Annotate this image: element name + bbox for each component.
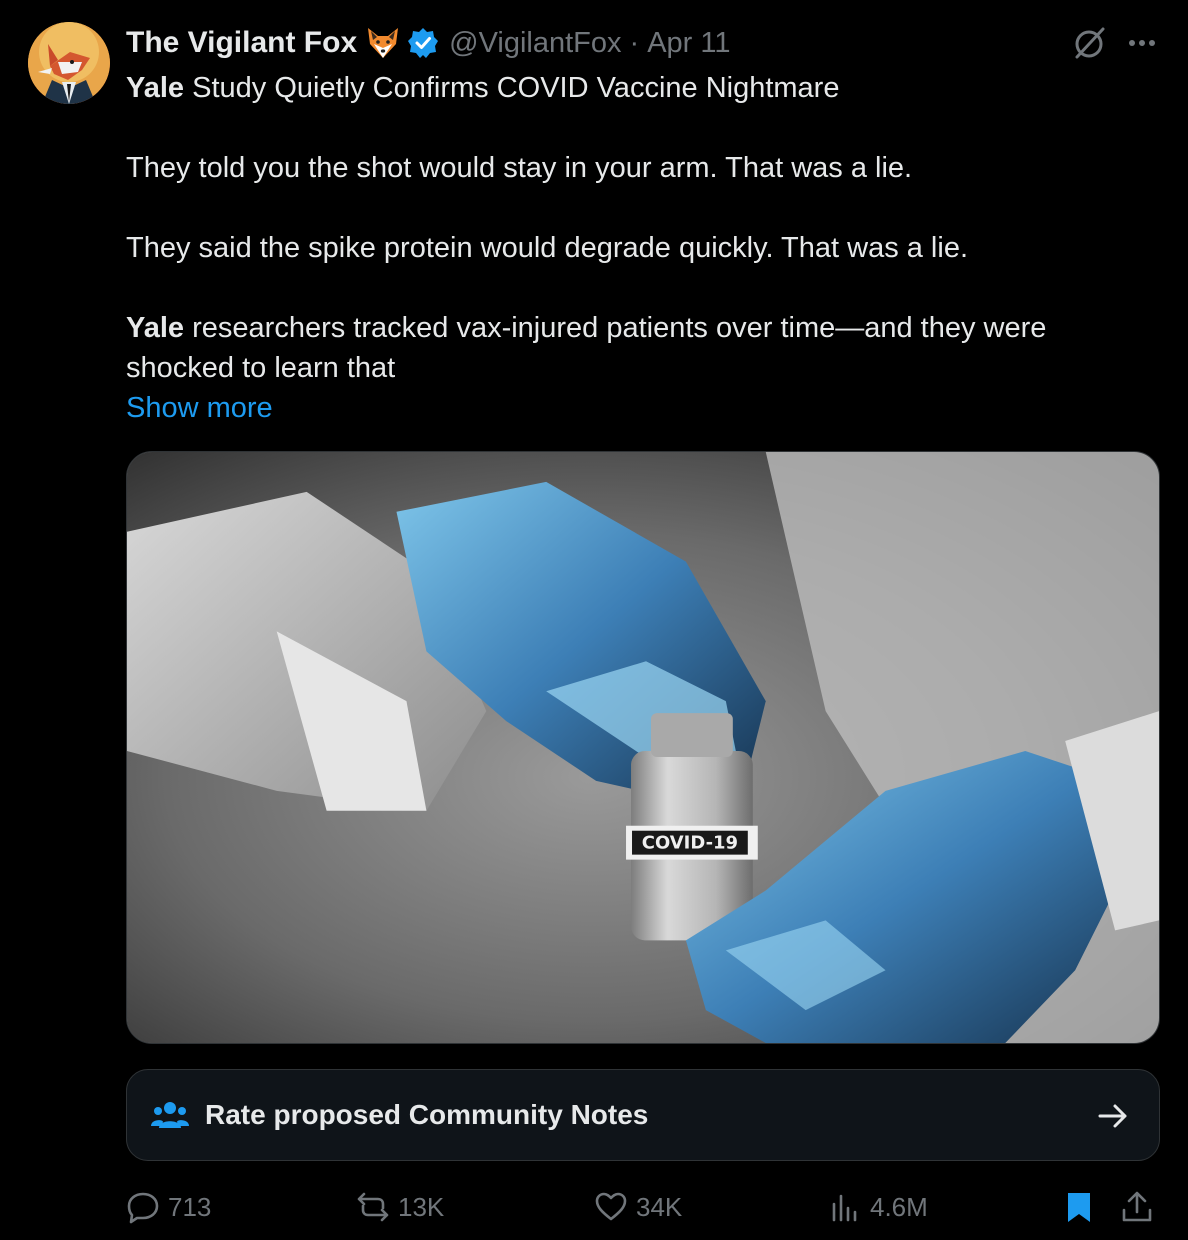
verified-badge-icon[interactable] — [407, 27, 439, 59]
tweet-line-2: They told you the shot would stay in you… — [126, 152, 913, 184]
bold-yale-2: Yale — [126, 312, 185, 344]
views-count: 4.6M — [870, 1191, 928, 1222]
bookmark-button[interactable] — [1062, 1182, 1096, 1232]
vial-label: COVID-19 — [642, 833, 738, 854]
author-avatar[interactable] — [28, 22, 110, 104]
vaccine-vial-photo: COVID-19 — [127, 452, 1159, 1043]
community-notes-button[interactable]: Rate proposed Community Notes — [126, 1069, 1160, 1161]
reply-count: 713 — [168, 1191, 212, 1222]
tweet-text: Yale Study Quietly Confirms COVID Vaccin… — [126, 68, 1136, 428]
repost-icon — [357, 1192, 389, 1222]
views-chart-icon — [832, 1194, 857, 1222]
tweet-line-1-text: Study Quietly Confirms COVID Vaccine Nig… — [184, 72, 840, 104]
tweet-date[interactable]: Apr 11 — [647, 27, 730, 60]
tweet-actions-bar: 713 13K 34K 4.6M — [126, 1182, 1160, 1232]
repost-count: 13K — [398, 1191, 445, 1222]
author-display-name[interactable]: The Vigilant Fox — [126, 26, 357, 60]
community-people-icon — [151, 1102, 189, 1128]
share-icon — [1122, 1191, 1152, 1222]
reply-button[interactable]: 713 — [126, 1182, 211, 1232]
tweet-line-4: Yale researchers tracked vax-injured pat… — [126, 308, 1136, 388]
tweet-line-4-text: researchers tracked vax-injured patients… — [126, 312, 1047, 384]
heart-icon — [595, 1192, 627, 1221]
views-button[interactable]: 4.6M — [828, 1182, 928, 1232]
share-button[interactable] — [1120, 1182, 1154, 1232]
tweet-media-image[interactable]: COVID-19 — [126, 451, 1160, 1044]
tweet-line-3: They said the spike protein would degrad… — [126, 232, 969, 264]
reply-icon — [127, 1192, 159, 1224]
more-options-icon[interactable] — [1124, 26, 1160, 60]
repost-button[interactable]: 13K — [356, 1182, 444, 1232]
community-notes-label: Rate proposed Community Notes — [205, 1099, 649, 1130]
author-handle[interactable]: @VigilantFox — [449, 27, 621, 60]
grok-icon[interactable] — [1070, 24, 1108, 62]
show-more-link[interactable]: Show more — [126, 388, 273, 428]
fox-avatar-icon — [28, 22, 110, 104]
tweet-header: The Vigilant Fox @VigilantFox · Apr 11 — [126, 24, 730, 62]
bold-yale-1: Yale — [126, 72, 185, 104]
arrow-right-icon — [1098, 1104, 1127, 1128]
like-button[interactable]: 34K — [594, 1182, 682, 1232]
header-separator: · — [629, 26, 640, 59]
fox-face-emoji-icon — [365, 26, 401, 60]
like-count: 34K — [636, 1191, 683, 1222]
bookmark-icon — [1068, 1193, 1090, 1222]
tweet-line-1: Yale Study Quietly Confirms COVID Vaccin… — [126, 68, 1136, 108]
